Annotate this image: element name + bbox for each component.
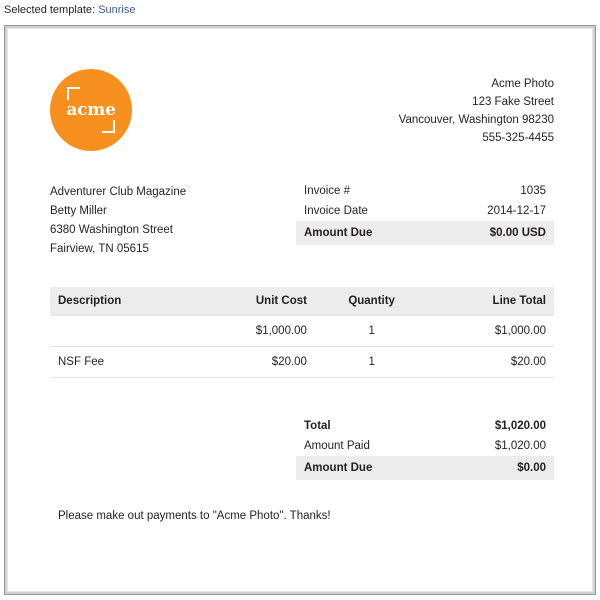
table-row: $1,000.00 1 $1,000.00 <box>50 315 554 347</box>
invoice-date-value: 2014-12-17 <box>487 205 546 217</box>
line-item-line-total: $20.00 <box>428 346 554 378</box>
selected-template-label: Selected template: <box>4 4 96 16</box>
bill-to-company: Adventurer Club Magazine <box>50 186 187 198</box>
line-item-line-total: $1,000.00 <box>428 315 554 347</box>
payment-instructions-note: Please make out payments to "Acme Photo"… <box>58 510 331 522</box>
acme-logo-icon: acme <box>50 69 132 151</box>
line-items-table: Description Unit Cost Quantity Line Tota… <box>50 287 554 378</box>
column-header-unit-cost: Unit Cost <box>193 287 315 316</box>
header-amount-due-row: Amount Due $0.00 USD <box>296 221 554 245</box>
logo-wordmark: acme <box>66 99 116 120</box>
invoice-mid-section: Adventurer Club Magazine Betty Miller 63… <box>50 181 554 259</box>
invoice-document: acme Acme Photo 123 Fake Street Vancouve… <box>8 29 592 591</box>
logo-container: acme <box>50 69 250 151</box>
totals-amount-due-row: Amount Due $0.00 <box>296 456 554 480</box>
header-amount-due-label: Amount Due <box>296 221 433 245</box>
company-phone: 555-325-4455 <box>482 132 554 144</box>
invoice-preview-inner: acme Acme Photo 123 Fake Street Vancouve… <box>7 28 593 592</box>
company-name: Acme Photo <box>491 78 554 90</box>
invoice-meta-table: Invoice # 1035 Invoice Date 2014-12-17 A… <box>296 181 554 245</box>
bill-to-contact: Betty Miller <box>50 205 107 217</box>
line-item-unit-cost: $20.00 <box>193 346 315 378</box>
logo-corner-bracket-bottom-right-icon <box>102 120 115 133</box>
line-item-unit-cost: $1,000.00 <box>193 315 315 347</box>
line-item-quantity: 1 <box>314 315 429 347</box>
totals-amount-paid-row: Amount Paid $1,020.00 <box>296 436 554 456</box>
invoice-date-label: Invoice Date <box>304 205 368 217</box>
selected-template-link[interactable]: Sunrise <box>98 4 135 16</box>
company-city-state-zip: Vancouver, Washington 98230 <box>398 114 554 126</box>
invoice-date-row: Invoice Date 2014-12-17 <box>296 201 554 221</box>
bill-to-city-state-zip: Fairview, TN 05615 <box>50 243 149 255</box>
logo-corner-bracket-top-left-icon <box>67 87 80 100</box>
column-header-description: Description <box>50 287 194 316</box>
template-selector-bar: Selected template: Sunrise <box>0 0 600 22</box>
company-street: 123 Fake Street <box>472 96 554 108</box>
totals-amount-paid-label: Amount Paid <box>304 440 370 452</box>
invoice-preview-frame: acme Acme Photo 123 Fake Street Vancouve… <box>4 25 596 595</box>
totals-section: Total $1,020.00 Amount Paid $1,020.00 Am… <box>50 416 554 480</box>
company-address-block: Acme Photo 123 Fake Street Vancouver, Wa… <box>399 69 554 147</box>
totals-total-row: Total $1,020.00 <box>296 416 554 436</box>
totals-amount-due-value: $0.00 <box>439 456 554 480</box>
invoice-number-label: Invoice # <box>304 185 351 197</box>
totals-total-label: Total <box>304 420 331 432</box>
totals-amount-paid-value: $1,020.00 <box>494 440 546 452</box>
bill-to-block: Adventurer Club Magazine Betty Miller 63… <box>50 181 186 259</box>
totals-amount-due-label: Amount Due <box>296 456 440 480</box>
totals-table: Total $1,020.00 Amount Paid $1,020.00 Am… <box>296 416 554 480</box>
column-header-line-total: Line Total <box>428 287 554 316</box>
column-header-quantity: Quantity <box>314 287 429 316</box>
invoice-number-value: 1035 <box>520 185 546 197</box>
invoice-number-row: Invoice # 1035 <box>296 181 554 201</box>
line-item-description <box>50 315 194 347</box>
totals-total-value: $1,020.00 <box>494 420 546 432</box>
line-items-header-row: Description Unit Cost Quantity Line Tota… <box>50 287 554 316</box>
line-item-description: NSF Fee <box>50 346 194 378</box>
invoice-header: acme Acme Photo 123 Fake Street Vancouve… <box>50 69 554 151</box>
header-amount-due-value: $0.00 USD <box>432 221 554 245</box>
line-item-quantity: 1 <box>314 346 429 378</box>
bill-to-street: 6380 Washington Street <box>50 224 173 236</box>
table-row: NSF Fee $20.00 1 $20.00 <box>50 346 554 378</box>
